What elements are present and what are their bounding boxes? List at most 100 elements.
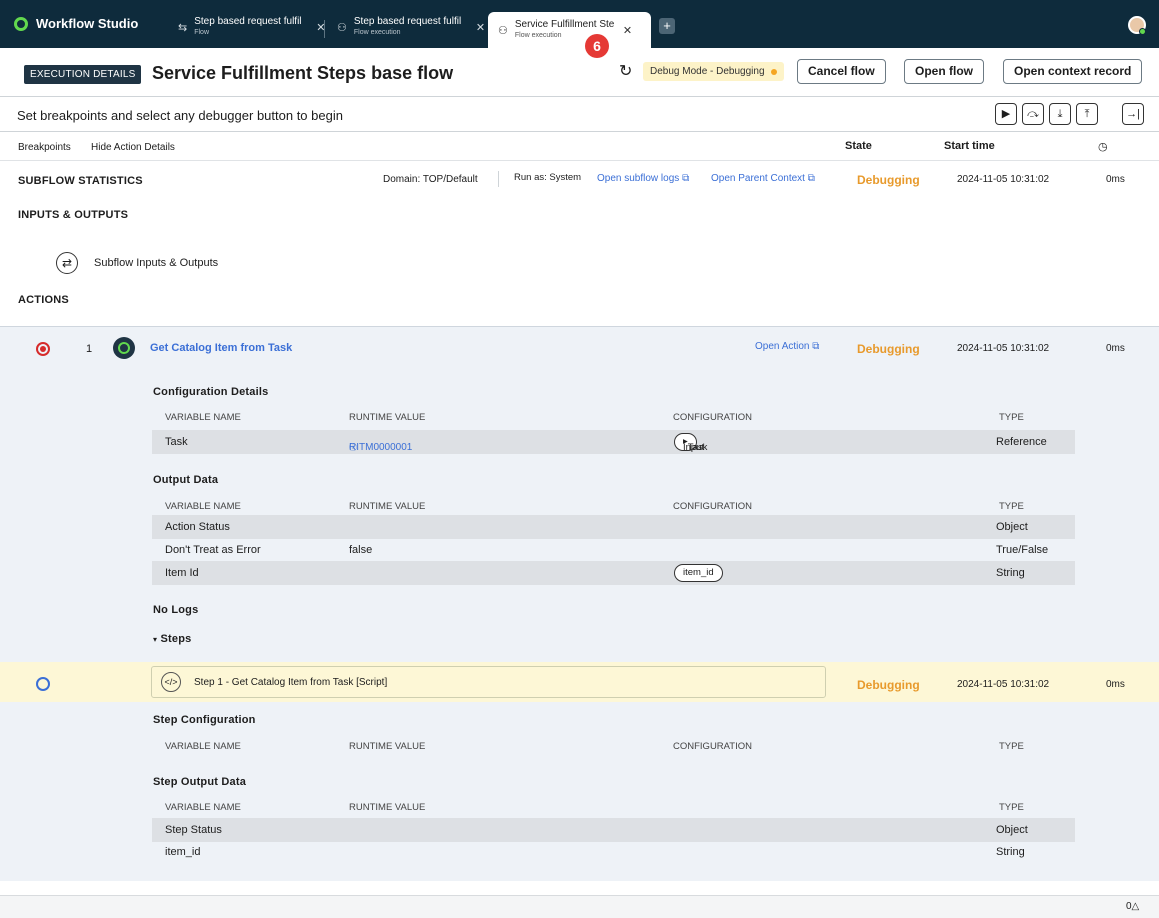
tab-flow-execution[interactable]: ⚇ Step based request fulfil Flow executi… xyxy=(337,10,485,44)
end-debug-button[interactable]: →| xyxy=(1122,103,1144,125)
divider xyxy=(498,171,499,187)
debug-mode-label: Debug Mode - Debugging xyxy=(650,66,765,77)
duration-clock-icon: ◷ xyxy=(1098,141,1108,153)
action-name-link[interactable]: Get Catalog Item from Task xyxy=(150,342,292,354)
close-icon[interactable]: ✕ xyxy=(623,24,632,37)
close-icon[interactable]: ✕ xyxy=(476,21,485,34)
tab-flow[interactable]: ⇆ Step based request fulfil Flow ✕ xyxy=(178,10,325,44)
header-runtime-value: RUNTIME VALUE xyxy=(349,501,426,512)
step-state: Debugging xyxy=(857,678,920,692)
variable-name: Step Status xyxy=(165,824,222,836)
cancel-flow-button[interactable]: Cancel flow xyxy=(797,59,886,84)
action-duration: 0ms xyxy=(1106,343,1125,354)
header-type: TYPE xyxy=(999,412,1024,423)
step-out-button[interactable]: ⤒ xyxy=(1076,103,1098,125)
table-row: Action Status Object xyxy=(152,515,1075,539)
variable-type: True/False xyxy=(996,544,1049,556)
output-table-header: VARIABLE NAME RUNTIME VALUE CONFIGURATIO… xyxy=(152,497,1075,517)
output-data-title: Output Data xyxy=(153,474,219,486)
step-config-table-header: VARIABLE NAME RUNTIME VALUE CONFIGURATIO… xyxy=(152,737,1075,757)
variable-type: String xyxy=(996,846,1025,858)
info-icon: ⓘ xyxy=(349,443,357,452)
debugger-toolbar: Set breakpoints and select any debugger … xyxy=(0,96,1159,132)
subflow-start-time: 2024-11-05 10:31:02 xyxy=(957,174,1050,185)
step-start-time: 2024-11-05 10:31:02 xyxy=(957,679,1050,690)
variable-name: Item Id xyxy=(165,567,199,579)
variable-name: item_id xyxy=(165,846,201,858)
breakpoint-toggle[interactable] xyxy=(36,677,50,691)
column-header: Breakpoints Hide Action Details State St… xyxy=(0,133,1159,161)
breakpoint-toggle[interactable] xyxy=(36,342,50,356)
table-row: Task RITM0000001 ⓘ Input ▸ Task Referenc… xyxy=(152,430,1075,454)
step-over-button[interactable]: ⤼ xyxy=(1022,103,1044,125)
tab-title: Service Fulfillment Steps xyxy=(514,19,615,30)
hide-action-details-toggle[interactable]: Hide Action Details xyxy=(91,142,175,153)
config-pill[interactable]: item_id xyxy=(674,564,723,582)
config-pill[interactable]: Input ▸ Task xyxy=(674,433,707,453)
open-subflow-logs-link[interactable]: Open subflow logs ⧉ xyxy=(597,173,689,184)
debug-mode-badge: Debug Mode - Debugging xyxy=(643,62,784,81)
table-row: Item Id item_id String xyxy=(152,561,1075,585)
header-type: TYPE xyxy=(999,501,1024,512)
brand[interactable]: Workflow Studio xyxy=(14,16,138,31)
open-parent-context-link[interactable]: Open Parent Context ⧉ xyxy=(711,173,815,184)
variable-name: Action Status xyxy=(165,521,230,533)
open-context-record-button[interactable]: Open context record xyxy=(1003,59,1143,84)
tab-subtitle: Flow xyxy=(194,29,209,36)
subflow-inputs-outputs-link[interactable]: Subflow Inputs & Outputs xyxy=(94,257,218,269)
step-configuration-title: Step Configuration xyxy=(153,714,256,726)
refresh-icon[interactable]: ↻ xyxy=(619,61,632,81)
add-tab-button[interactable]: + xyxy=(659,18,675,34)
script-icon: </> xyxy=(161,672,181,692)
steps-toggle[interactable]: ▾ Steps xyxy=(153,633,191,645)
step-name: Step 1 - Get Catalog Item from Task [Scr… xyxy=(194,677,388,688)
tab-title: Step based request fulfil xyxy=(353,16,462,27)
breakpoints-toggle[interactable]: Breakpoints xyxy=(18,142,71,153)
action-start-time: 2024-11-05 10:31:02 xyxy=(957,343,1050,354)
runtime-value: false xyxy=(349,544,373,556)
chevron-down-icon: ▾ xyxy=(153,635,158,644)
config-table-header: VARIABLE NAME RUNTIME VALUE CONFIGURATIO… xyxy=(152,408,1075,428)
variable-type: Reference xyxy=(996,436,1047,448)
step-into-button[interactable]: ⤓ xyxy=(1049,103,1071,125)
table-row: item_id String xyxy=(152,840,1075,864)
header-configuration: CONFIGURATION xyxy=(673,412,752,423)
tab-divider xyxy=(324,20,325,38)
header-type: TYPE xyxy=(999,741,1024,752)
domain-text: Domain: TOP/Default xyxy=(383,174,478,185)
inputs-outputs-label: INPUTS & OUTPUTS xyxy=(18,209,129,221)
tab-service-fulfillment[interactable]: ⚇ Service Fulfillment Steps Flow executi… xyxy=(488,12,651,48)
tab-title: Step based request fulfil xyxy=(194,16,302,27)
header-variable-name: VARIABLE NAME xyxy=(165,741,241,752)
header-runtime-value: RUNTIME VALUE xyxy=(349,412,426,423)
execution-icon: ⚇ xyxy=(498,24,508,37)
status-bar: 0△ xyxy=(0,895,1159,918)
step-output-table-header: VARIABLE NAME RUNTIME VALUE TYPE xyxy=(152,798,1075,818)
step-duration: 0ms xyxy=(1106,679,1125,690)
open-flow-button[interactable]: Open flow xyxy=(904,59,984,84)
external-link-icon: ⧉ xyxy=(812,341,820,352)
subflow-duration: 0ms xyxy=(1106,174,1125,185)
workflow-studio-logo-icon xyxy=(14,16,28,31)
actions-label: ACTIONS xyxy=(18,294,69,306)
header-configuration: CONFIGURATION xyxy=(673,501,752,512)
action-index: 1 xyxy=(86,343,93,355)
notification-counter[interactable]: 0△ xyxy=(1126,901,1139,912)
online-status-icon xyxy=(1139,28,1146,35)
variable-type: String xyxy=(996,567,1025,579)
run-as-text: Run as: System xyxy=(514,172,582,183)
header-variable-name: VARIABLE NAME xyxy=(165,501,241,512)
page-title: Service Fulfillment Steps base flow xyxy=(152,63,454,83)
table-row: Don't Treat as Error false True/False xyxy=(152,538,1075,562)
header-configuration: CONFIGURATION xyxy=(673,741,752,752)
header-variable-name: VARIABLE NAME xyxy=(165,412,241,423)
table-row: Step Status Object xyxy=(152,818,1075,842)
no-logs-label: No Logs xyxy=(153,604,199,616)
configuration-details-title: Configuration Details xyxy=(153,386,269,398)
header-runtime-value: RUNTIME VALUE xyxy=(349,741,426,752)
open-action-link[interactable]: Open Action ⧉ xyxy=(755,341,819,352)
header-variable-name: VARIABLE NAME xyxy=(165,802,241,813)
subflow-state: Debugging xyxy=(857,173,920,187)
tab-subtitle: Flow execution xyxy=(353,29,401,36)
continue-button[interactable]: ▶ xyxy=(995,103,1017,125)
